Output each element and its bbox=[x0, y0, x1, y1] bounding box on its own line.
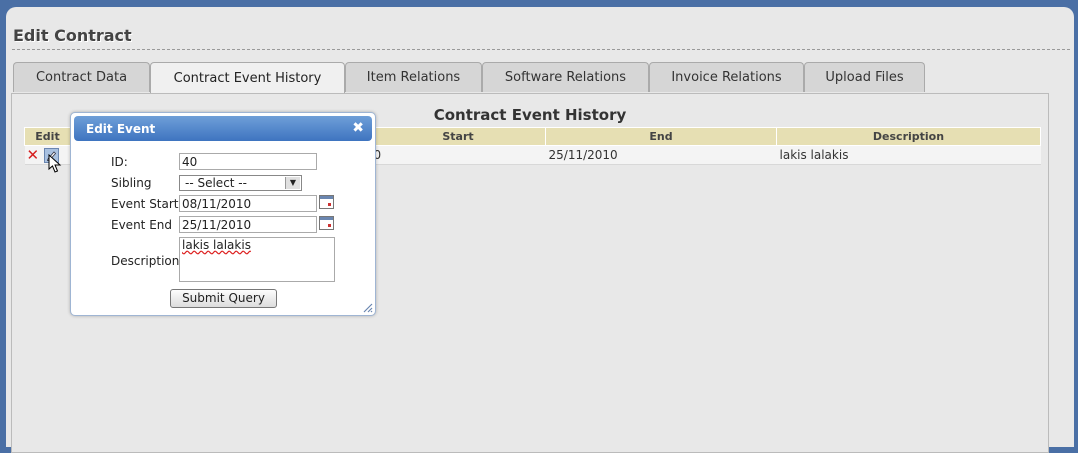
event-start-label: Event Start bbox=[111, 197, 179, 211]
tab-contract-event-history[interactable]: Contract Event History bbox=[150, 62, 345, 94]
column-header-edit: Edit bbox=[24, 127, 71, 146]
delete-icon[interactable]: ✕ bbox=[27, 148, 40, 163]
description-label: Description bbox=[111, 254, 180, 268]
column-header-start: Start bbox=[370, 127, 546, 146]
close-icon[interactable]: ✖ bbox=[352, 120, 364, 136]
table-cell-description: lakis lalakis bbox=[776, 145, 1041, 165]
tab-software-relations[interactable]: Software Relations bbox=[482, 62, 649, 92]
mouse-pointer-icon bbox=[48, 154, 62, 173]
dialog-title: Edit Event bbox=[86, 122, 156, 136]
dialog-header[interactable]: Edit Event ✖ bbox=[74, 116, 372, 141]
tab-invoice-relations[interactable]: Invoice Relations bbox=[649, 62, 804, 92]
sibling-select[interactable]: -- Select -- ▼ bbox=[179, 175, 302, 191]
sibling-label: Sibling bbox=[111, 176, 152, 190]
calendar-icon[interactable] bbox=[319, 195, 334, 209]
tab-upload-files[interactable]: Upload Files bbox=[804, 62, 925, 92]
description-textarea[interactable]: lakis lalakis bbox=[179, 237, 335, 282]
chevron-down-icon[interactable]: ▼ bbox=[285, 177, 300, 189]
id-label: ID: bbox=[111, 155, 128, 169]
tab-contract-data[interactable]: Contract Data bbox=[13, 62, 150, 92]
calendar-icon[interactable] bbox=[319, 216, 334, 230]
event-end-label: Event End bbox=[111, 218, 172, 232]
event-end-field[interactable] bbox=[179, 216, 317, 233]
id-field[interactable] bbox=[179, 153, 317, 170]
tab-item-relations[interactable]: Item Relations bbox=[345, 62, 482, 92]
page-title: Edit Contract bbox=[13, 26, 132, 45]
table-cell-end: 25/11/2010 bbox=[545, 145, 777, 165]
title-divider bbox=[12, 49, 1070, 50]
submit-button[interactable]: Submit Query bbox=[170, 289, 277, 308]
resize-grip-icon[interactable] bbox=[361, 301, 373, 313]
sibling-selected-value: -- Select -- bbox=[185, 176, 247, 190]
column-header-description: Description bbox=[776, 127, 1041, 146]
column-header-end: End bbox=[545, 127, 777, 146]
event-start-field[interactable] bbox=[179, 195, 317, 212]
table-cell-start: 0 bbox=[370, 145, 546, 165]
edit-event-dialog: Edit Event ✖ ID: Sibling -- Select -- ▼ … bbox=[70, 112, 376, 316]
